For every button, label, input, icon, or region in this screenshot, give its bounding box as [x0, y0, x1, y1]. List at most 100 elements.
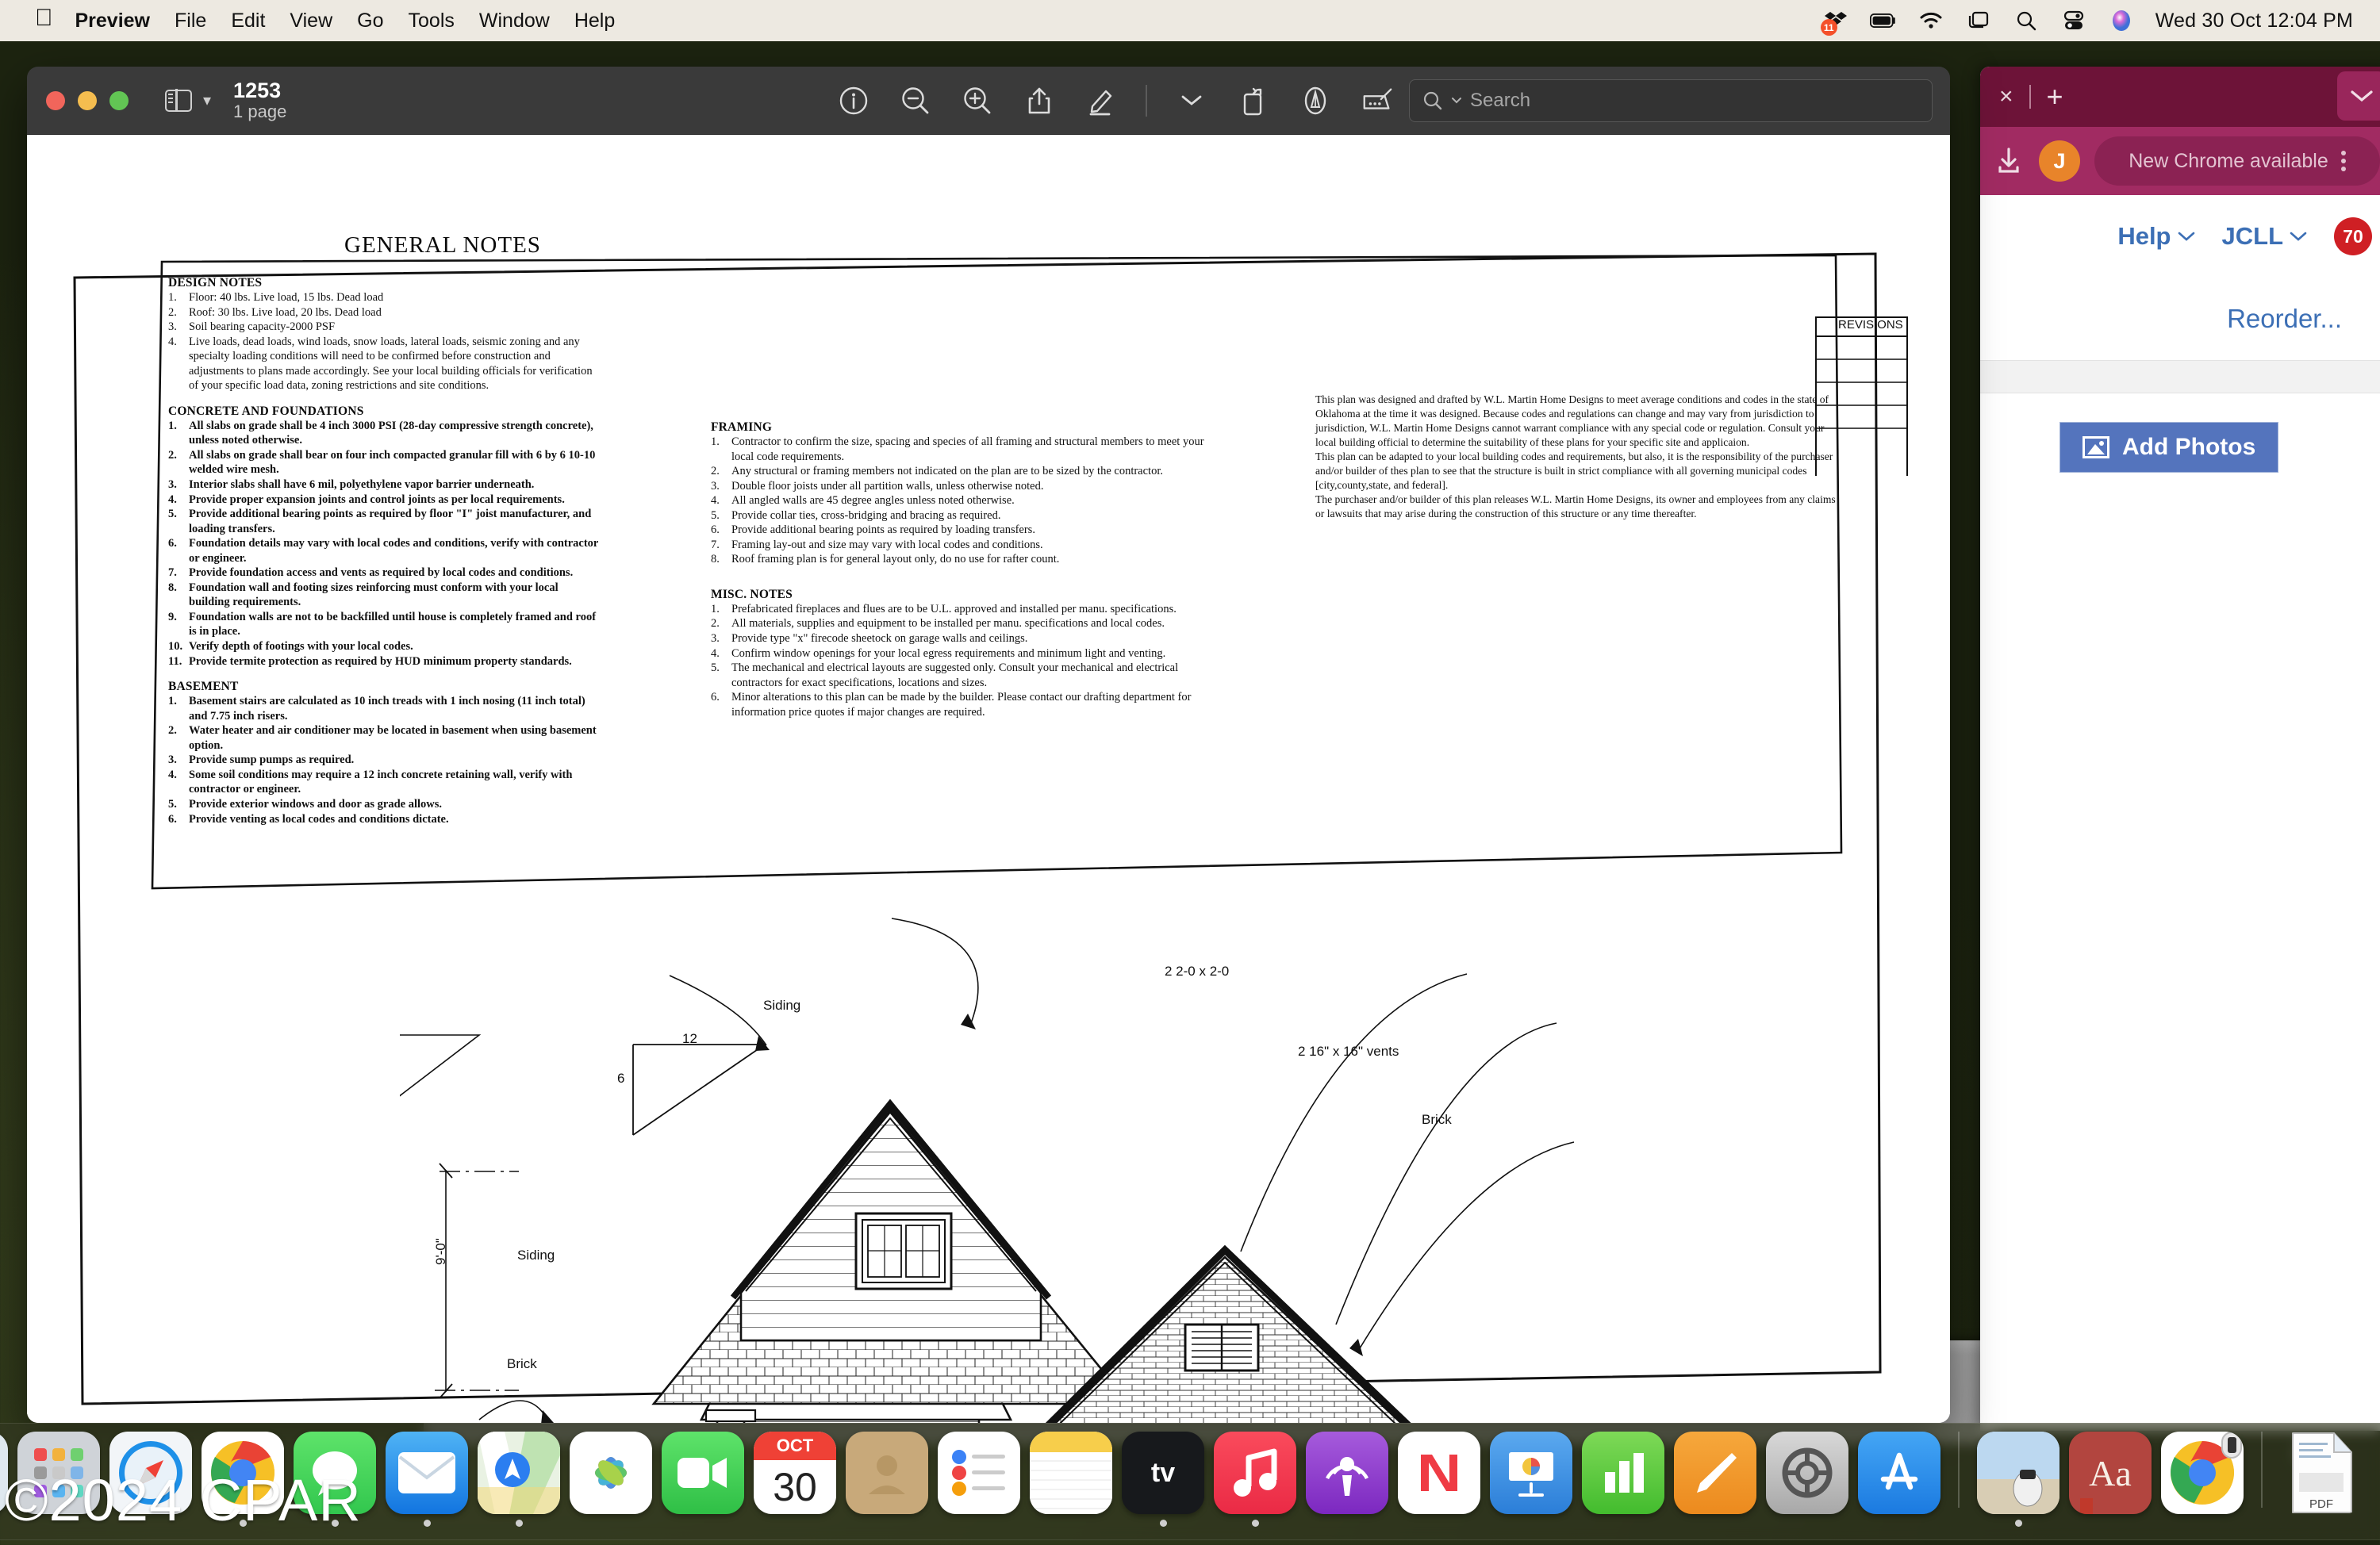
section-divider [1980, 360, 2380, 393]
markup-icon[interactable] [1084, 83, 1119, 118]
dock-item-photos[interactable] [570, 1432, 652, 1527]
chevron-down-icon[interactable] [1174, 83, 1209, 118]
dock-item-calendar[interactable]: OCT 30 [754, 1432, 836, 1527]
dock-item-mail[interactable] [386, 1432, 468, 1527]
chrome-update-label: New Chrome available [2129, 149, 2328, 172]
note-item: 11. Provide termite protection as require… [168, 654, 572, 668]
section-heading: MISC. NOTES [711, 587, 793, 601]
menu-item-view[interactable]: View [290, 10, 332, 33]
search-icon[interactable] [2013, 9, 2040, 33]
note-item: 6. Minor alterations to this plan can be … [711, 691, 1192, 719]
dock-item-trash[interactable] [2372, 1432, 2380, 1527]
note-item: 5. Provide exterior windows and door as g… [168, 797, 443, 811]
help-menu[interactable]: Help [2117, 222, 2194, 251]
callout-brick-right: Brick [1422, 1112, 1452, 1127]
chevron-down-icon [2178, 232, 2194, 241]
dock-item-notes[interactable] [1030, 1432, 1112, 1527]
info-icon[interactable] [836, 83, 871, 118]
menu-item-tools[interactable]: Tools [409, 10, 455, 33]
menu-item-edit[interactable]: Edit [231, 10, 265, 33]
new-tab-button[interactable]: + [2039, 82, 2071, 111]
dock-item-appstore[interactable] [1858, 1432, 1940, 1527]
height-dimension [435, 1163, 519, 1399]
dropbox-icon[interactable]: 11 [1820, 9, 1849, 36]
note-item: 3. Provide sump pumps as required. [168, 753, 355, 767]
document-canvas[interactable]: REVISIONS GENERAL NOTES DESIGN NOTES 1. F… [27, 135, 1950, 1423]
chrome-window[interactable]: × + J New Chrome available Help JCLL 70 [1980, 67, 2380, 1431]
menu-item-file[interactable]: File [175, 10, 206, 33]
battery-icon[interactable] [1869, 9, 1897, 33]
menu-item-help[interactable]: Help [574, 10, 615, 33]
toolbar-divider [1146, 84, 1147, 117]
dock-item-pdf-file[interactable]: PDF [2280, 1432, 2363, 1527]
revisions-label: REVISIONS [1838, 318, 1903, 332]
note-item: 3. Provide type "x" firecode sheetock on … [711, 632, 1028, 646]
notes-section: FRAMING 1. Contractor to confirm the size… [711, 420, 1219, 567]
dock-item-reminders[interactable] [938, 1432, 1020, 1527]
dock-item-preview[interactable] [1977, 1432, 2059, 1527]
share-icon[interactable] [1022, 83, 1057, 118]
chevron-down-icon [2290, 232, 2307, 241]
wifi-icon[interactable] [1917, 9, 1944, 33]
menu-bar-clock[interactable]: Wed 30 Oct 12:04 PM [2155, 10, 2353, 33]
zoom-in-icon[interactable] [960, 83, 995, 118]
three-dot-menu-icon[interactable] [2340, 151, 2346, 171]
account-label: JCLL [2221, 222, 2284, 250]
cart-count-badge[interactable]: 70 [2334, 217, 2372, 255]
note-item: 3. Soil bearing capacity-2000 PSF [168, 320, 336, 334]
dock-item-maps[interactable] [478, 1432, 560, 1527]
search-input[interactable]: Search [1409, 79, 1933, 122]
menu-item-window[interactable]: Window [479, 10, 550, 33]
toggles-icon[interactable] [2060, 9, 2087, 33]
dock-item-pages[interactable] [1674, 1432, 1756, 1527]
dock-item-podcasts[interactable] [1306, 1432, 1388, 1527]
add-photos-button[interactable]: Add Photos [2059, 422, 2279, 473]
chevron-down-icon[interactable]: ▾ [203, 90, 211, 110]
annotate-icon[interactable] [1298, 83, 1333, 118]
chrome-badge-icon [2221, 1432, 2242, 1459]
maximize-button[interactable] [109, 90, 129, 110]
zoom-out-icon[interactable] [898, 83, 933, 118]
dock-item-facetime[interactable] [662, 1432, 744, 1527]
dock-item-dictionary[interactable]: Aa [2069, 1432, 2152, 1527]
minimize-button[interactable] [78, 90, 97, 110]
reorder-link[interactable]: Reorder... [2227, 304, 2342, 334]
apple-icon[interactable]:  [35, 6, 53, 30]
siri-icon[interactable] [2108, 9, 2135, 33]
dock-item-chrome-alt[interactable] [2161, 1432, 2244, 1527]
note-item: 2. Any structural or framing members not … [711, 465, 1163, 478]
add-photos-label: Add Photos [2122, 434, 2256, 460]
disclaimer-paragraph: This plan was designed and drafted by W.… [1315, 393, 1829, 448]
dock-divider [2261, 1432, 2263, 1508]
note-item: 6. Provide additional bearing points as r… [711, 523, 1035, 537]
note-item: 2. All slabs on grade shall bear on four … [168, 448, 596, 477]
page-count: 1 page [233, 102, 287, 122]
tab-search-chevron-down-icon[interactable] [2337, 71, 2380, 121]
section-heading: DESIGN NOTES [168, 276, 263, 289]
sidebar-toggle-button[interactable]: ▾ [165, 89, 211, 112]
dock-item-numbers[interactable] [1582, 1432, 1664, 1527]
close-button[interactable] [46, 90, 65, 110]
dock-item-appletv[interactable]: tv [1122, 1432, 1204, 1527]
dock-item-news[interactable] [1398, 1432, 1480, 1527]
menu-item-go[interactable]: Go [357, 10, 383, 33]
dock-item-settings[interactable] [1766, 1432, 1848, 1527]
tab-close-icon[interactable]: × [1991, 82, 2021, 112]
rotate-icon[interactable] [1236, 83, 1271, 118]
help-label: Help [2117, 222, 2171, 250]
preview-window[interactable]: ▾ 1253 1 page Search REVISIONS GENERAL N… [27, 67, 1950, 1423]
chrome-update-pill[interactable]: New Chrome available [2094, 136, 2380, 186]
download-icon[interactable] [1993, 145, 2025, 177]
callout-vents: 2 16" x 16" vents [1298, 1044, 1399, 1059]
menu-bar[interactable]:  Preview File Edit View Go Tools Window… [0, 0, 2380, 41]
dock-item-contacts[interactable] [846, 1432, 928, 1527]
note-item: 8. Roof framing plan is for general layou… [711, 553, 1060, 566]
window-controls[interactable] [46, 90, 129, 110]
dock-item-keynote[interactable] [1490, 1432, 1572, 1527]
menu-item-preview[interactable]: Preview [75, 10, 151, 33]
avatar[interactable]: J [2039, 140, 2080, 182]
signature-icon[interactable] [1360, 83, 1395, 118]
control-center-icon[interactable] [1965, 9, 1992, 33]
dock-item-music[interactable] [1214, 1432, 1296, 1527]
account-menu[interactable]: JCLL [2222, 222, 2308, 251]
